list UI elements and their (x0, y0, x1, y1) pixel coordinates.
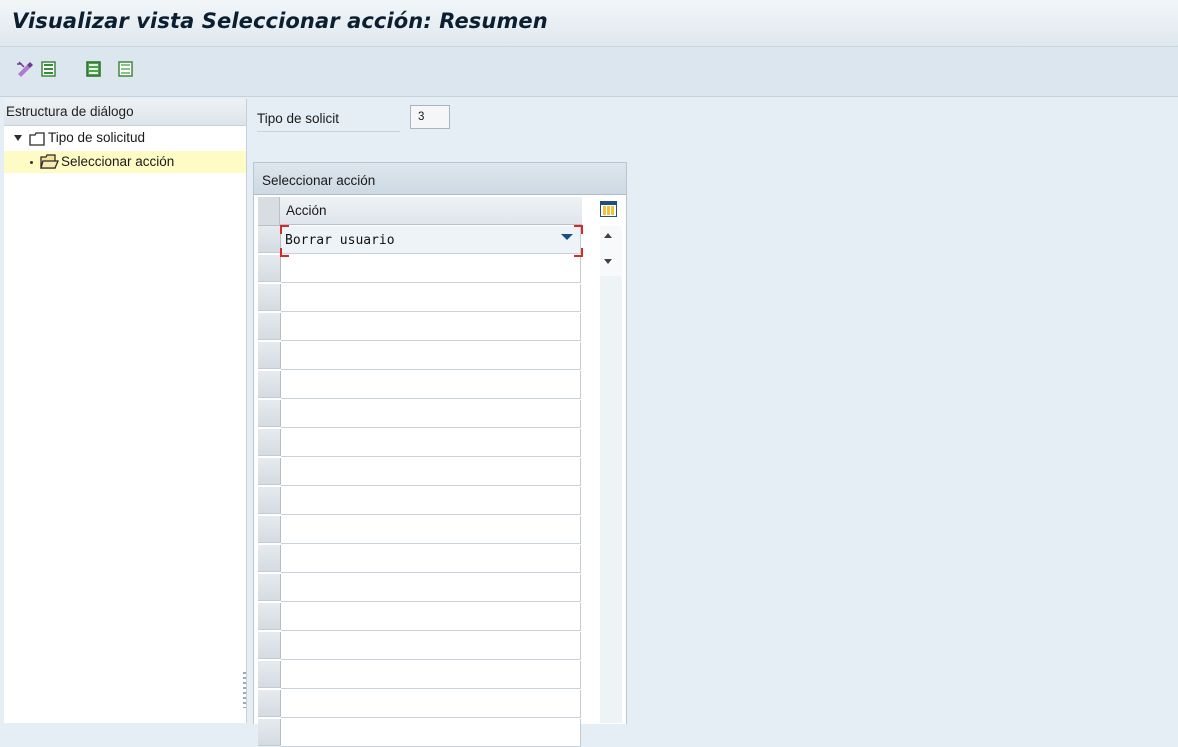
dropdown-arrow-icon[interactable] (561, 234, 573, 240)
table-row[interactable] (281, 313, 581, 341)
dialog-structure-pane: Estructura de diálogo Tipo de solicitud … (4, 99, 247, 723)
tree-node-label: Tipo de solicitud (48, 130, 146, 145)
splitter-handle[interactable] (243, 672, 246, 708)
row-select-button[interactable] (258, 603, 281, 630)
title-bar: Visualizar vista Seleccionar acción: Res… (0, 0, 1178, 47)
row-select-button[interactable] (258, 400, 281, 427)
table-row[interactable] (281, 545, 581, 573)
row-select-button[interactable] (258, 574, 281, 601)
bullet-icon (30, 161, 33, 164)
row-select-button[interactable] (258, 371, 281, 398)
row-select-button[interactable] (258, 313, 281, 340)
vertical-scrollbar[interactable] (600, 226, 622, 723)
tree-node-seleccionar-accion[interactable]: Seleccionar acción (4, 151, 246, 173)
table-row[interactable] (281, 400, 581, 428)
table-row[interactable] (281, 516, 581, 544)
accion-cell-value[interactable]: Borrar usuario (285, 233, 395, 248)
row-select-button[interactable] (258, 632, 281, 659)
row-select-button[interactable] (258, 255, 281, 282)
row-select-button[interactable] (258, 226, 281, 253)
deselect-icon[interactable] (116, 59, 136, 79)
table-row[interactable] (281, 603, 581, 631)
row-select-button[interactable] (258, 458, 281, 485)
expand-triangle-icon[interactable] (14, 135, 22, 141)
required-corner-tr (574, 225, 583, 234)
row-select-button[interactable] (258, 516, 281, 543)
table-row[interactable] (281, 574, 581, 602)
column-header-accion[interactable]: Acción (280, 197, 582, 225)
required-corner-bl (280, 248, 289, 257)
required-corner-br (574, 248, 583, 257)
table-row[interactable] (281, 284, 581, 312)
tipo-de-solicitud-field[interactable]: 3 (410, 105, 450, 129)
row-select-button[interactable] (258, 719, 281, 746)
row-select-button[interactable] (258, 284, 281, 311)
row-select-button[interactable] (258, 342, 281, 369)
application-toolbar (0, 47, 1178, 97)
dialog-structure-header: Estructura de diálogo (4, 99, 246, 126)
scroll-up-icon[interactable] (604, 233, 612, 238)
row-select-button[interactable] (258, 545, 281, 572)
table-row[interactable] (281, 255, 581, 283)
scroll-down-icon[interactable] (604, 259, 612, 264)
select-all-icon[interactable] (84, 59, 104, 79)
variant-icon[interactable] (39, 59, 59, 79)
tipo-de-solicitud-label: Tipo de solicit (257, 104, 400, 132)
table-row[interactable] (281, 371, 581, 399)
table-title: Seleccionar acción (254, 163, 626, 195)
folder-icon (29, 131, 45, 153)
tree-node-tipo-de-solicitud[interactable]: Tipo de solicitud (4, 127, 246, 149)
page-title: Visualizar vista Seleccionar acción: Res… (12, 9, 548, 33)
table-row[interactable] (281, 429, 581, 457)
column-settings-icon[interactable] (600, 201, 617, 222)
display-change-icon[interactable] (15, 59, 35, 79)
tree-node-label: Seleccionar acción (61, 154, 175, 169)
table-row[interactable] (281, 719, 581, 747)
scrollbar-track[interactable] (600, 276, 622, 723)
open-folder-icon (40, 154, 59, 177)
table-row[interactable] (281, 487, 581, 515)
row-select-button[interactable] (258, 487, 281, 514)
select-all-rows-button[interactable] (258, 197, 280, 226)
table-row[interactable] (281, 458, 581, 486)
row-select-button[interactable] (258, 690, 281, 717)
table-row[interactable] (281, 661, 581, 689)
required-corner-tl (280, 225, 289, 234)
table-row[interactable] (281, 342, 581, 370)
table-row[interactable] (281, 632, 581, 660)
table-row[interactable] (281, 690, 581, 718)
row-select-button[interactable] (258, 661, 281, 688)
row-select-button[interactable] (258, 429, 281, 456)
